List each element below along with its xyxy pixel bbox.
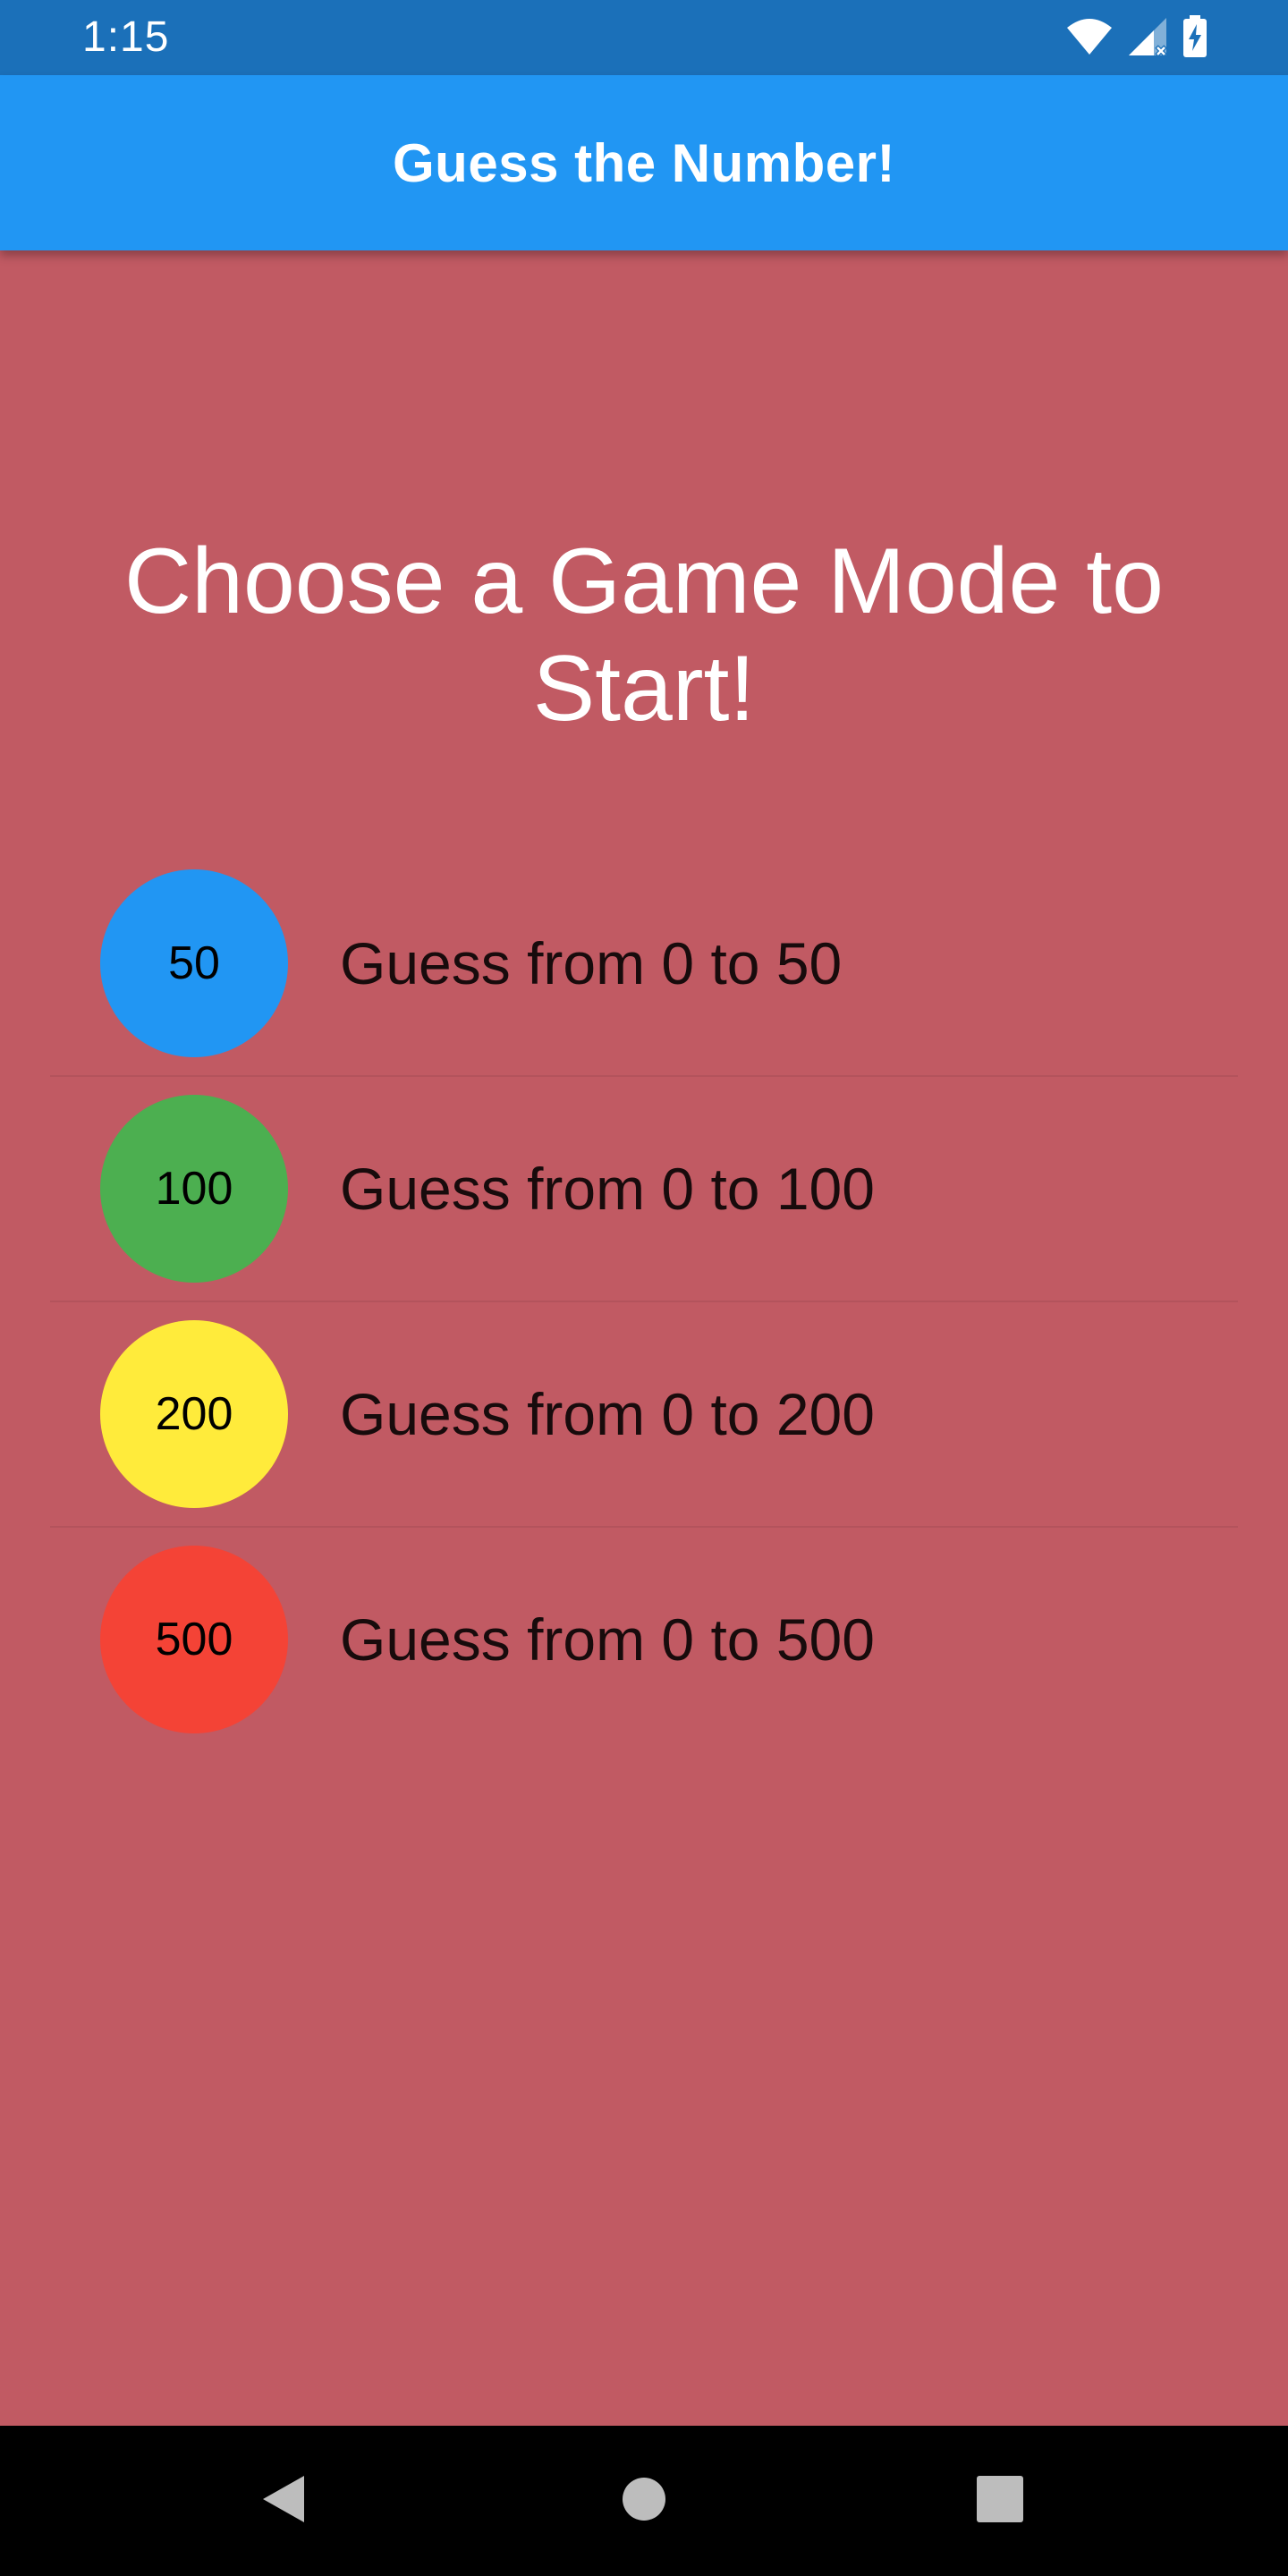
page-heading: Choose a Game Mode to Start! <box>124 530 1164 741</box>
main-content: Choose a Game Mode to Start! 50 Guess fr… <box>0 250 1288 2426</box>
mode-label: Guess from 0 to 100 <box>340 1156 875 1222</box>
nav-recents-button[interactable] <box>946 2426 1054 2576</box>
app-title: Guess the Number! <box>393 132 895 193</box>
mode-badge: 200 <box>100 1320 288 1508</box>
game-mode-item-200[interactable]: 200 Guess from 0 to 200 <box>50 1302 1238 1528</box>
mode-label: Guess from 0 to 200 <box>340 1381 875 1447</box>
mode-badge-label: 100 <box>155 1163 233 1215</box>
game-mode-list: 50 Guess from 0 to 50 100 Guess from 0 t… <box>50 852 1238 1753</box>
recents-icon <box>977 2475 1023 2527</box>
game-mode-item-500[interactable]: 500 Guess from 0 to 500 <box>50 1528 1238 1753</box>
battery-charging-icon <box>1182 14 1208 63</box>
mode-badge-label: 500 <box>155 1614 233 1665</box>
mode-label: Guess from 0 to 500 <box>340 1606 875 1673</box>
system-nav-bar <box>0 2426 1288 2576</box>
nav-back-button[interactable] <box>229 2426 336 2576</box>
wifi-icon <box>1066 17 1113 61</box>
status-icons <box>1066 14 1208 63</box>
status-time: 1:15 <box>82 13 170 61</box>
mode-badge: 100 <box>100 1095 288 1283</box>
status-bar: 1:15 <box>0 0 1288 75</box>
mode-badge-label: 200 <box>155 1388 233 1440</box>
app-bar: Guess the Number! <box>0 75 1288 250</box>
mode-badge: 500 <box>100 1546 288 1733</box>
nav-home-button[interactable] <box>590 2426 698 2576</box>
back-icon <box>258 2472 308 2530</box>
mode-badge: 50 <box>100 869 288 1057</box>
cell-signal-icon <box>1127 16 1168 62</box>
game-mode-item-100[interactable]: 100 Guess from 0 to 100 <box>50 1077 1238 1302</box>
home-icon <box>621 2476 667 2527</box>
mode-label: Guess from 0 to 50 <box>340 930 843 996</box>
mode-badge-label: 50 <box>168 937 220 989</box>
game-mode-item-50[interactable]: 50 Guess from 0 to 50 <box>50 852 1238 1077</box>
